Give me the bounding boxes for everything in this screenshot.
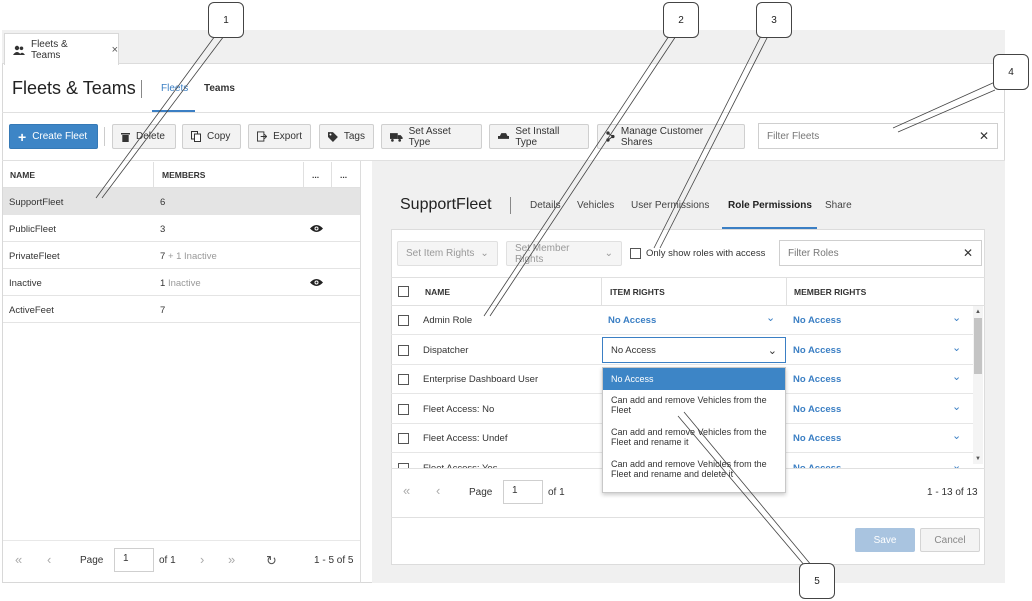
callout-1: 1 xyxy=(208,2,244,38)
callout-3: 3 xyxy=(756,2,792,38)
callout-4: 4 xyxy=(993,54,1029,90)
callout-leader-lines xyxy=(95,35,996,567)
callout-2: 2 xyxy=(663,2,699,38)
callout-5: 5 xyxy=(799,563,835,599)
